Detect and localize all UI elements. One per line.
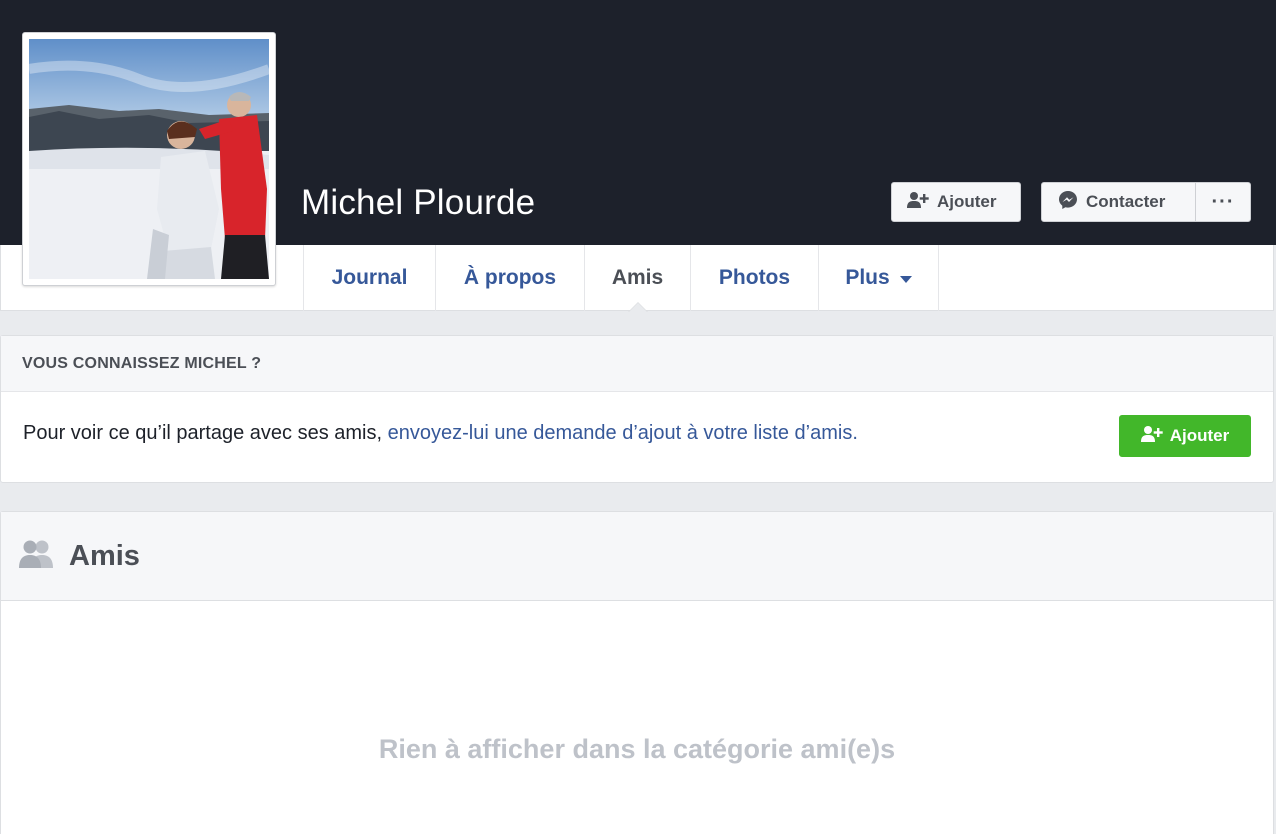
know-card-text: Pour voir ce qu’il partage avec ses amis… — [23, 422, 858, 445]
profile-tabs: Journal À propos Amis Photos Plus — [303, 245, 939, 312]
know-person-card: VOUS CONNAISSEZ MICHEL ? Pour voir ce qu… — [0, 335, 1274, 483]
add-friend-green-button[interactable]: Ajouter — [1119, 415, 1251, 457]
more-options-button[interactable]: ··· — [1196, 183, 1250, 221]
contact-label: Contacter — [1086, 192, 1166, 211]
add-friend-button[interactable]: Ajouter — [891, 182, 1021, 222]
friends-card-header: Amis — [1, 512, 1273, 601]
contact-button-group: Contacter ··· — [1041, 182, 1251, 222]
messenger-icon — [1058, 190, 1078, 215]
add-friend-icon — [1140, 425, 1163, 448]
friends-empty-message: Rien à afficher dans la catégorie ami(e)… — [378, 734, 896, 764]
tab-photos[interactable]: Photos — [690, 245, 818, 311]
tab-about-label: À propos — [463, 266, 557, 289]
know-card-title: VOUS CONNAISSEZ MICHEL ? — [1, 336, 1273, 392]
tab-friends-label: Amis — [611, 266, 664, 289]
tab-more[interactable]: Plus — [818, 245, 939, 311]
tab-photos-label: Photos — [718, 266, 791, 289]
tab-journal-label: Journal — [331, 266, 408, 289]
add-friend-green-label: Ajouter — [1169, 426, 1230, 445]
know-card-description: Pour voir ce qu’il partage avec ses amis… — [23, 422, 388, 444]
friends-card: Amis Rien à afficher dans la catégorie a… — [0, 511, 1274, 834]
profile-name[interactable]: Michel Plourde — [301, 183, 535, 223]
tab-journal[interactable]: Journal — [303, 245, 435, 311]
tab-about[interactable]: À propos — [435, 245, 584, 311]
know-card-body: Pour voir ce qu’il partage avec ses amis… — [1, 392, 1273, 482]
tab-more-label: Plus — [845, 266, 890, 289]
friends-icon — [19, 539, 55, 574]
contact-button[interactable]: Contacter — [1042, 183, 1196, 221]
send-friend-request-link[interactable]: envoyez-lui une demande d’ajout à votre … — [388, 422, 858, 444]
add-friend-label: Ajouter — [937, 192, 997, 211]
profile-picture[interactable] — [22, 32, 276, 286]
friends-card-title: Amis — [69, 539, 140, 572]
add-friend-icon — [907, 191, 929, 214]
tab-friends[interactable]: Amis — [584, 245, 690, 312]
profile-photo-image — [29, 39, 269, 279]
chevron-down-icon — [899, 276, 912, 283]
